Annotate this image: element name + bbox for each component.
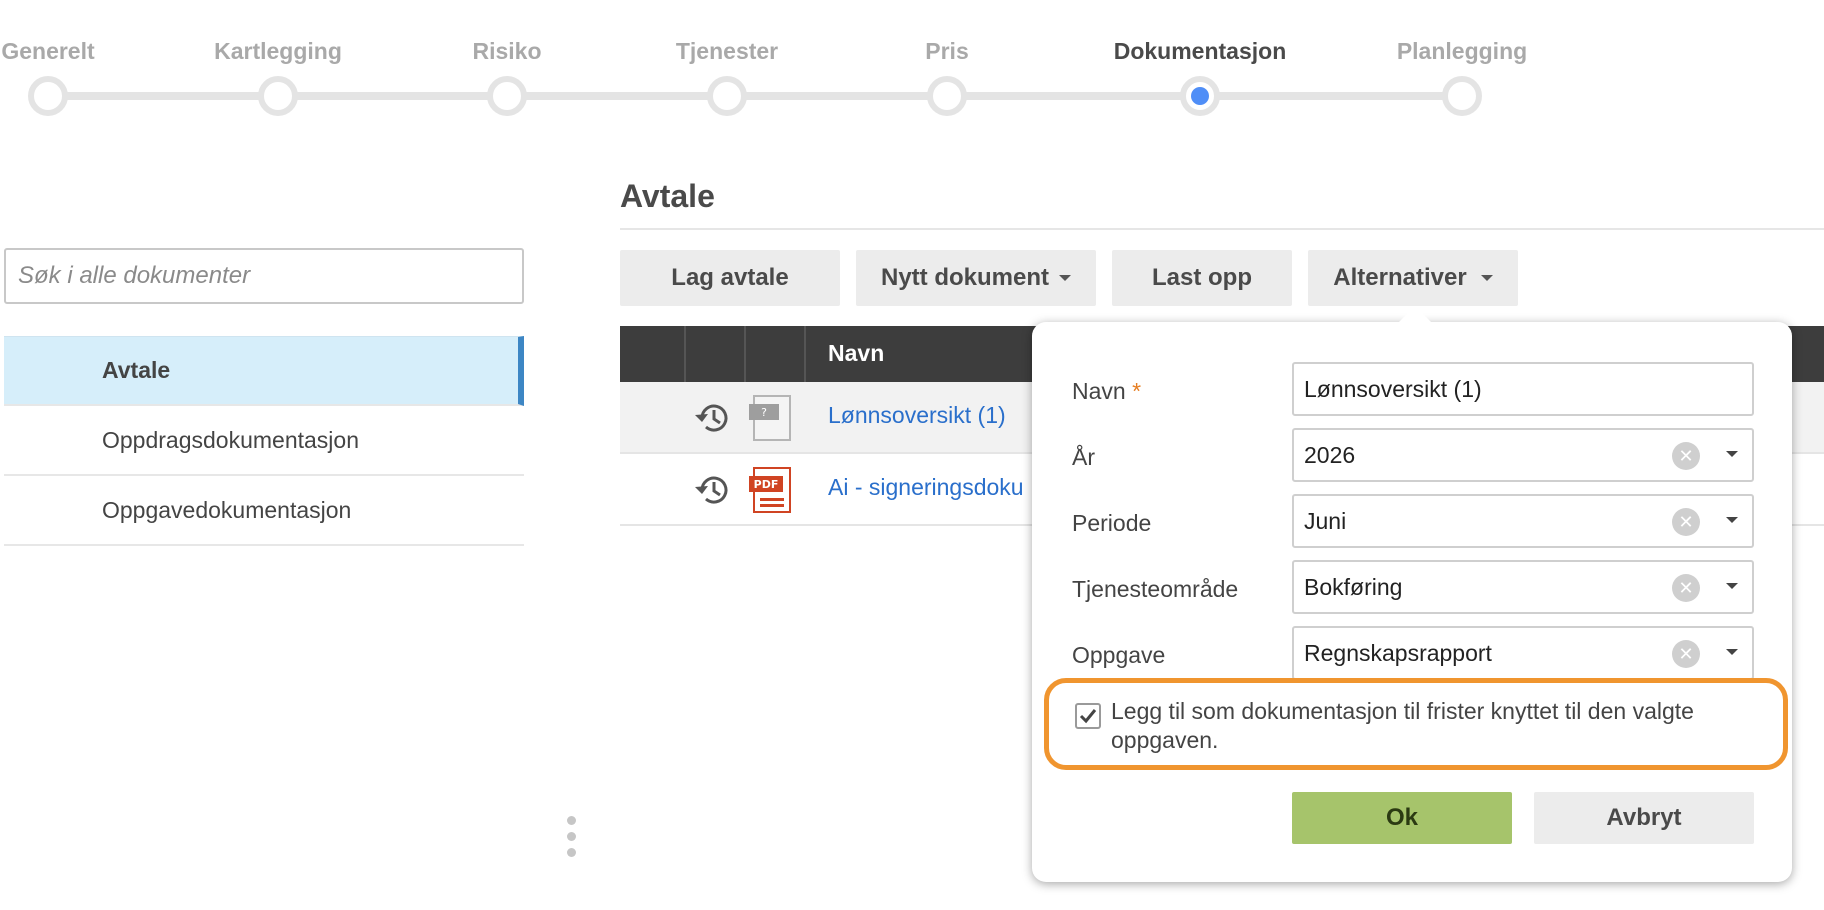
button-label: Last opp: [1152, 264, 1252, 291]
step-dot[interactable]: [487, 76, 527, 116]
name-label: Navn *: [1072, 378, 1142, 404]
year-select[interactable]: 2026 ✕: [1292, 428, 1754, 482]
step-dot-active[interactable]: [1180, 76, 1220, 116]
svg-text:PDF: PDF: [754, 478, 779, 491]
step-label: Kartlegging: [214, 38, 342, 64]
checkbox-label[interactable]: Legg til som dokumentasjon til frister k…: [1111, 697, 1751, 755]
clear-icon[interactable]: ✕: [1672, 442, 1700, 470]
step-dot[interactable]: [1442, 76, 1482, 116]
step-label: Tjenester: [675, 38, 779, 64]
step-label: Pris: [925, 38, 969, 64]
new-document-button[interactable]: Nytt dokument: [856, 250, 1096, 306]
folder-item-label: Oppdragsdokumentasjon: [102, 426, 359, 453]
document-search-input[interactable]: [4, 248, 524, 304]
checkmark-icon: [1079, 709, 1097, 724]
task-label: Oppgave: [1072, 642, 1166, 668]
chevron-down-icon: [1059, 275, 1071, 281]
history-icon[interactable]: [692, 472, 732, 508]
name-input[interactable]: [1292, 362, 1754, 416]
popover-arrow: [1397, 306, 1433, 324]
folder-item-oppdragsdokumentasjon[interactable]: Oppdragsdokumentasjon: [4, 406, 524, 476]
deadline-documentation-option: Legg til som dokumentasjon til frister k…: [1044, 678, 1788, 770]
clear-icon[interactable]: ✕: [1672, 508, 1700, 536]
service-area-select[interactable]: Bokføring ✕: [1292, 560, 1754, 614]
ok-button[interactable]: Ok: [1292, 792, 1512, 844]
options-button[interactable]: Alternativer: [1308, 250, 1518, 306]
chevron-down-icon[interactable]: [1726, 517, 1738, 523]
service-area-label: Tjenesteområde: [1072, 576, 1239, 602]
section-title: Avtale: [620, 178, 715, 214]
name-column-header[interactable]: Navn: [828, 340, 884, 367]
document-link[interactable]: Ai - signeringsdoku: [828, 474, 1024, 501]
pdf-file-icon[interactable]: PDF: [748, 466, 794, 514]
button-label: Nytt dokument: [881, 264, 1049, 291]
folder-item-avtale[interactable]: Avtale: [4, 336, 524, 406]
required-asterisk: *: [1132, 378, 1142, 404]
step-label: Risiko: [472, 38, 542, 64]
document-properties-dialog: Navn * År 2026 ✕ Periode Juni ✕ Tjeneste…: [1032, 322, 1792, 882]
chevron-down-icon[interactable]: [1726, 649, 1738, 655]
clear-icon[interactable]: ✕: [1672, 640, 1700, 668]
chevron-down-icon: [1480, 275, 1493, 281]
period-select[interactable]: Juni ✕: [1292, 494, 1754, 548]
history-icon[interactable]: [692, 400, 732, 436]
step-label: Planlegging: [1396, 38, 1528, 64]
period-value: Juni: [1304, 507, 1347, 534]
folder-item-label: Avtale: [102, 357, 171, 383]
step-label: Dokumentasjon: [1113, 38, 1287, 64]
step-dot[interactable]: [707, 76, 747, 116]
deadline-documentation-checkbox[interactable]: [1075, 703, 1101, 729]
section-divider: [620, 228, 1824, 230]
svg-text:?: ?: [761, 406, 767, 419]
step-dot[interactable]: [258, 76, 298, 116]
period-label: Periode: [1072, 510, 1152, 536]
chevron-down-icon[interactable]: [1726, 451, 1738, 457]
service-area-value: Bokføring: [1304, 573, 1403, 600]
folder-list: Avtale Oppdragsdokumentasjon Oppgavedoku…: [4, 336, 524, 546]
year-value: 2026: [1304, 441, 1356, 468]
year-label: År: [1072, 444, 1095, 470]
panel-resize-handle[interactable]: [567, 816, 577, 864]
button-label: Lag avtale: [671, 264, 789, 291]
folder-item-oppgavedokumentasjon[interactable]: Oppgavedokumentasjon: [4, 476, 524, 546]
folder-item-label: Oppgavedokumentasjon: [102, 496, 352, 523]
progress-stepper: Generelt Kartlegging Risiko Tjenester Pr…: [0, 0, 1824, 130]
task-select[interactable]: Regnskapsrapport ✕: [1292, 626, 1754, 680]
step-dot[interactable]: [927, 76, 967, 116]
upload-button[interactable]: Last opp: [1112, 250, 1292, 306]
cancel-button[interactable]: Avbryt: [1534, 792, 1754, 844]
button-label: Alternativer: [1333, 264, 1467, 291]
step-label: Generelt: [1, 38, 95, 64]
step-dot[interactable]: [28, 76, 68, 116]
chevron-down-icon[interactable]: [1726, 583, 1738, 589]
document-link[interactable]: Lønnsoversikt (1): [828, 402, 1006, 429]
unknown-file-icon[interactable]: ?: [748, 394, 794, 442]
clear-icon[interactable]: ✕: [1672, 574, 1700, 602]
task-value: Regnskapsrapport: [1304, 639, 1492, 666]
create-agreement-button[interactable]: Lag avtale: [620, 250, 840, 306]
